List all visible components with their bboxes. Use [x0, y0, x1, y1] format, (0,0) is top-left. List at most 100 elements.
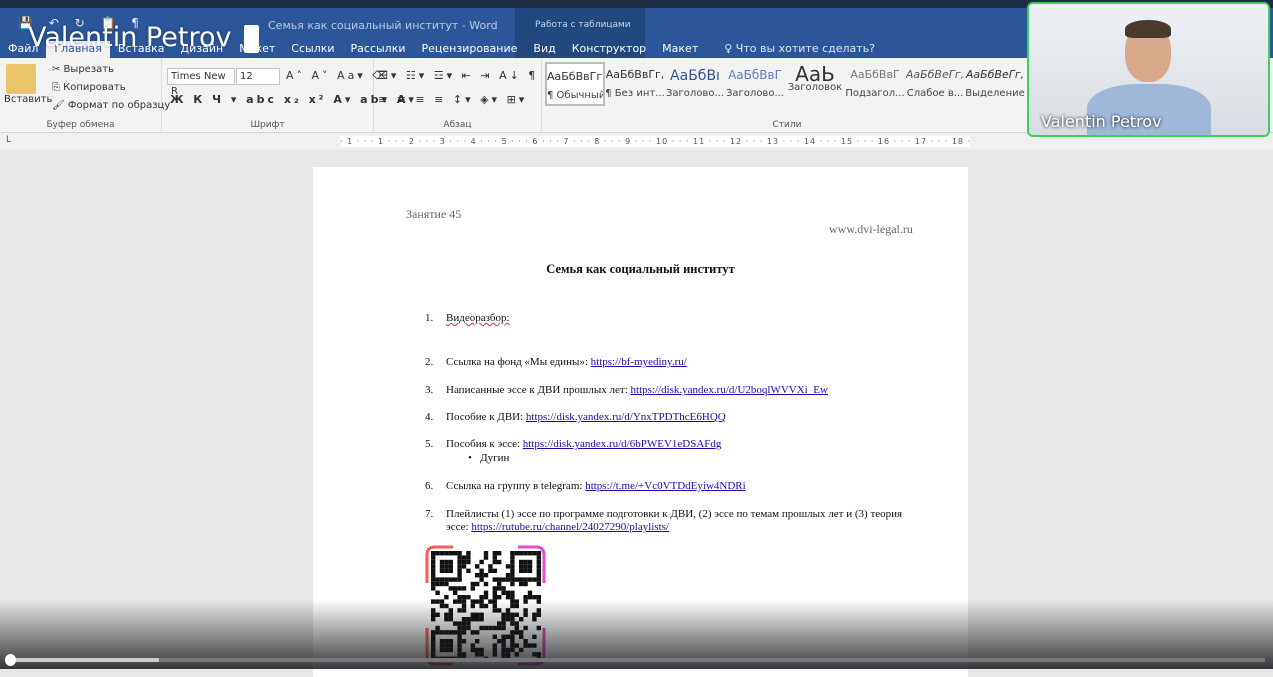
- tab-table-layout[interactable]: Макет: [654, 41, 706, 58]
- qr-module: [483, 590, 489, 595]
- list-item: 4. Пособие к ДВИ: https://disk.yandex.ru/…: [425, 411, 925, 424]
- qr-module: [523, 559, 528, 565]
- item-number: 7.: [425, 508, 434, 520]
- tab-mailings[interactable]: Рассылки: [343, 41, 414, 58]
- item-link[interactable]: https://t.me/+Vc0VTDdEyiw4NDRi: [585, 480, 746, 492]
- qr-module: [510, 590, 515, 595]
- clipboard-group-label: Буфер обмена: [46, 120, 115, 130]
- style-emphasis[interactable]: АаБбВеГг, Выделение: [965, 62, 1025, 106]
- tab-references[interactable]: Ссылки: [283, 41, 342, 58]
- font-size-select[interactable]: 12: [236, 68, 280, 85]
- qr-module: [505, 577, 511, 582]
- presenter-device-icon: [244, 25, 259, 53]
- item-text: Ссылка на группу в telegram:: [446, 480, 586, 492]
- qr-module: [479, 577, 484, 582]
- cut-button[interactable]: ✂ Вырезать: [52, 64, 114, 75]
- qr-module: [519, 568, 524, 573]
- context-tab-group-label: Работа с таблицами: [535, 20, 631, 30]
- style-heading2[interactable]: АаБбВвГ Заголово...: [725, 62, 785, 106]
- tab-selector[interactable]: L: [6, 135, 11, 145]
- progress-scrubber[interactable]: [5, 654, 16, 666]
- qr-module: [492, 568, 497, 573]
- qr-module: [510, 581, 515, 587]
- style-normal[interactable]: АаБбВвГг, ¶ Обычный: [545, 62, 605, 106]
- qr-module: [532, 595, 537, 600]
- format-painter-button[interactable]: 🖌 Формат по образцу: [52, 100, 170, 111]
- qr-module: [492, 586, 497, 591]
- item-text: Написанные эссе к ДВИ прошлых лет:: [446, 384, 631, 396]
- font-name-select[interactable]: Times New R: [167, 68, 235, 97]
- tell-me-search[interactable]: ♀ Что вы хотите сделать?: [716, 41, 883, 58]
- buffered-bar: [8, 658, 159, 662]
- style-subtle-emphasis[interactable]: АаБбВеГг, Слабое в...: [905, 62, 965, 106]
- item-link[interactable]: https://rutube.ru/channel/24027290/playl…: [471, 521, 669, 533]
- qr-module: [510, 551, 515, 556]
- paragraph-group: ☰▾ ☷▾ ☲▾ ⇤ ⇥ A↓ ¶ ≡ ≡ ≡ ≡ ↕▾ ◈▾ ⊞▾ Абзац: [374, 58, 542, 133]
- tab-table-design[interactable]: Конструктор: [564, 41, 654, 58]
- qr-module: [453, 586, 458, 591]
- style-preview: АаБбВвГ: [850, 68, 900, 81]
- qr-module: [457, 573, 462, 578]
- paste-button[interactable]: Вставить: [4, 94, 52, 105]
- window-title: Семья как социальный институт - Word: [268, 19, 498, 32]
- qr-module: [510, 568, 515, 573]
- item-link[interactable]: https://bf-myediny.ru/: [591, 356, 687, 368]
- list-buttons[interactable]: ☰▾ ☷▾ ☲▾ ⇤ ⇥ A↓ ¶: [378, 69, 538, 82]
- tab-view[interactable]: Вид: [525, 41, 563, 58]
- qr-module: [483, 581, 489, 587]
- qr-module: [448, 559, 453, 565]
- item-link[interactable]: https://disk.yandex.ru/d/U2boqlWVVXi_Ew: [631, 384, 828, 396]
- qr-module: [466, 551, 471, 556]
- qr-module: [483, 551, 489, 556]
- style-preview: АаБбВı: [670, 68, 720, 84]
- copy-button[interactable]: ⎘ Копировать: [52, 82, 126, 93]
- style-subtitle[interactable]: АаБбВвГ Подзагол...: [845, 62, 905, 106]
- qr-module: [466, 555, 471, 560]
- font-group-label: Шрифт: [250, 120, 285, 130]
- list-item: 5. Пособия к эссе: https://disk.yandex.ru…: [425, 438, 925, 451]
- list-item: 7. Плейлисты (1) эссе по программе подгот…: [425, 508, 905, 534]
- paste-icon[interactable]: [6, 64, 36, 94]
- qr-module: [448, 568, 453, 573]
- item-number: 3.: [425, 384, 434, 396]
- qr-module: [453, 551, 458, 556]
- qr-module: [519, 551, 524, 556]
- item-number: 2.: [425, 356, 434, 368]
- qr-module: [527, 559, 533, 565]
- style-name: Подзагол...: [845, 88, 905, 99]
- item-link[interactable]: https://disk.yandex.ru/d/6bPWEV1eDSAFdg: [523, 438, 722, 450]
- item-number: 4.: [425, 411, 434, 423]
- horizontal-ruler[interactable]: · 1 · · · 1 · · · 2 · · · 3 · · · 4 · · …: [340, 136, 970, 147]
- qr-module: [431, 586, 436, 591]
- qr-module: [439, 551, 445, 556]
- qr-module: [536, 595, 541, 600]
- item-link[interactable]: https://disk.yandex.ru/d/YnxTPDThcE6HQQ: [526, 411, 726, 423]
- qr-module: [457, 555, 462, 560]
- qr-module: [501, 590, 506, 595]
- webcam-video: Valentin Petrov: [1027, 2, 1270, 137]
- tab-review[interactable]: Рецензирование: [414, 41, 526, 58]
- item-number: 5.: [425, 438, 434, 450]
- qr-module: [479, 568, 484, 573]
- qr-module: [532, 551, 537, 556]
- font-group: Times New R 12 A˄ A˅ Aa▾ ⌫ Ж К Ч ▾ abc x…: [162, 58, 414, 133]
- video-progress-bar[interactable]: [8, 658, 1265, 662]
- qr-module: [492, 555, 497, 560]
- qr-module: [457, 564, 462, 569]
- qr-module: [536, 564, 541, 569]
- style-preview: АаБбВвГ: [728, 68, 782, 82]
- style-no-spacing[interactable]: АаБбВвГг, ¶ Без инт...: [605, 62, 665, 106]
- header-lesson: Занятие 45: [406, 207, 462, 221]
- qr-module: [505, 573, 511, 578]
- qr-module: [527, 577, 533, 582]
- style-preview: АаБбВеГг,: [965, 68, 1025, 81]
- style-title[interactable]: АаЬ Заголовок: [785, 62, 845, 106]
- qr-module: [479, 559, 484, 565]
- alignment-buttons[interactable]: ≡ ≡ ≡ ≡ ↕▾ ◈▾ ⊞▾: [378, 93, 527, 106]
- style-heading1[interactable]: АаБбВı Заголово...: [665, 62, 725, 106]
- qr-module: [453, 590, 458, 595]
- style-name: ¶ Без инт...: [605, 88, 665, 99]
- qr-module: [523, 581, 528, 587]
- qr-module: [497, 577, 502, 582]
- qr-module: [492, 551, 497, 556]
